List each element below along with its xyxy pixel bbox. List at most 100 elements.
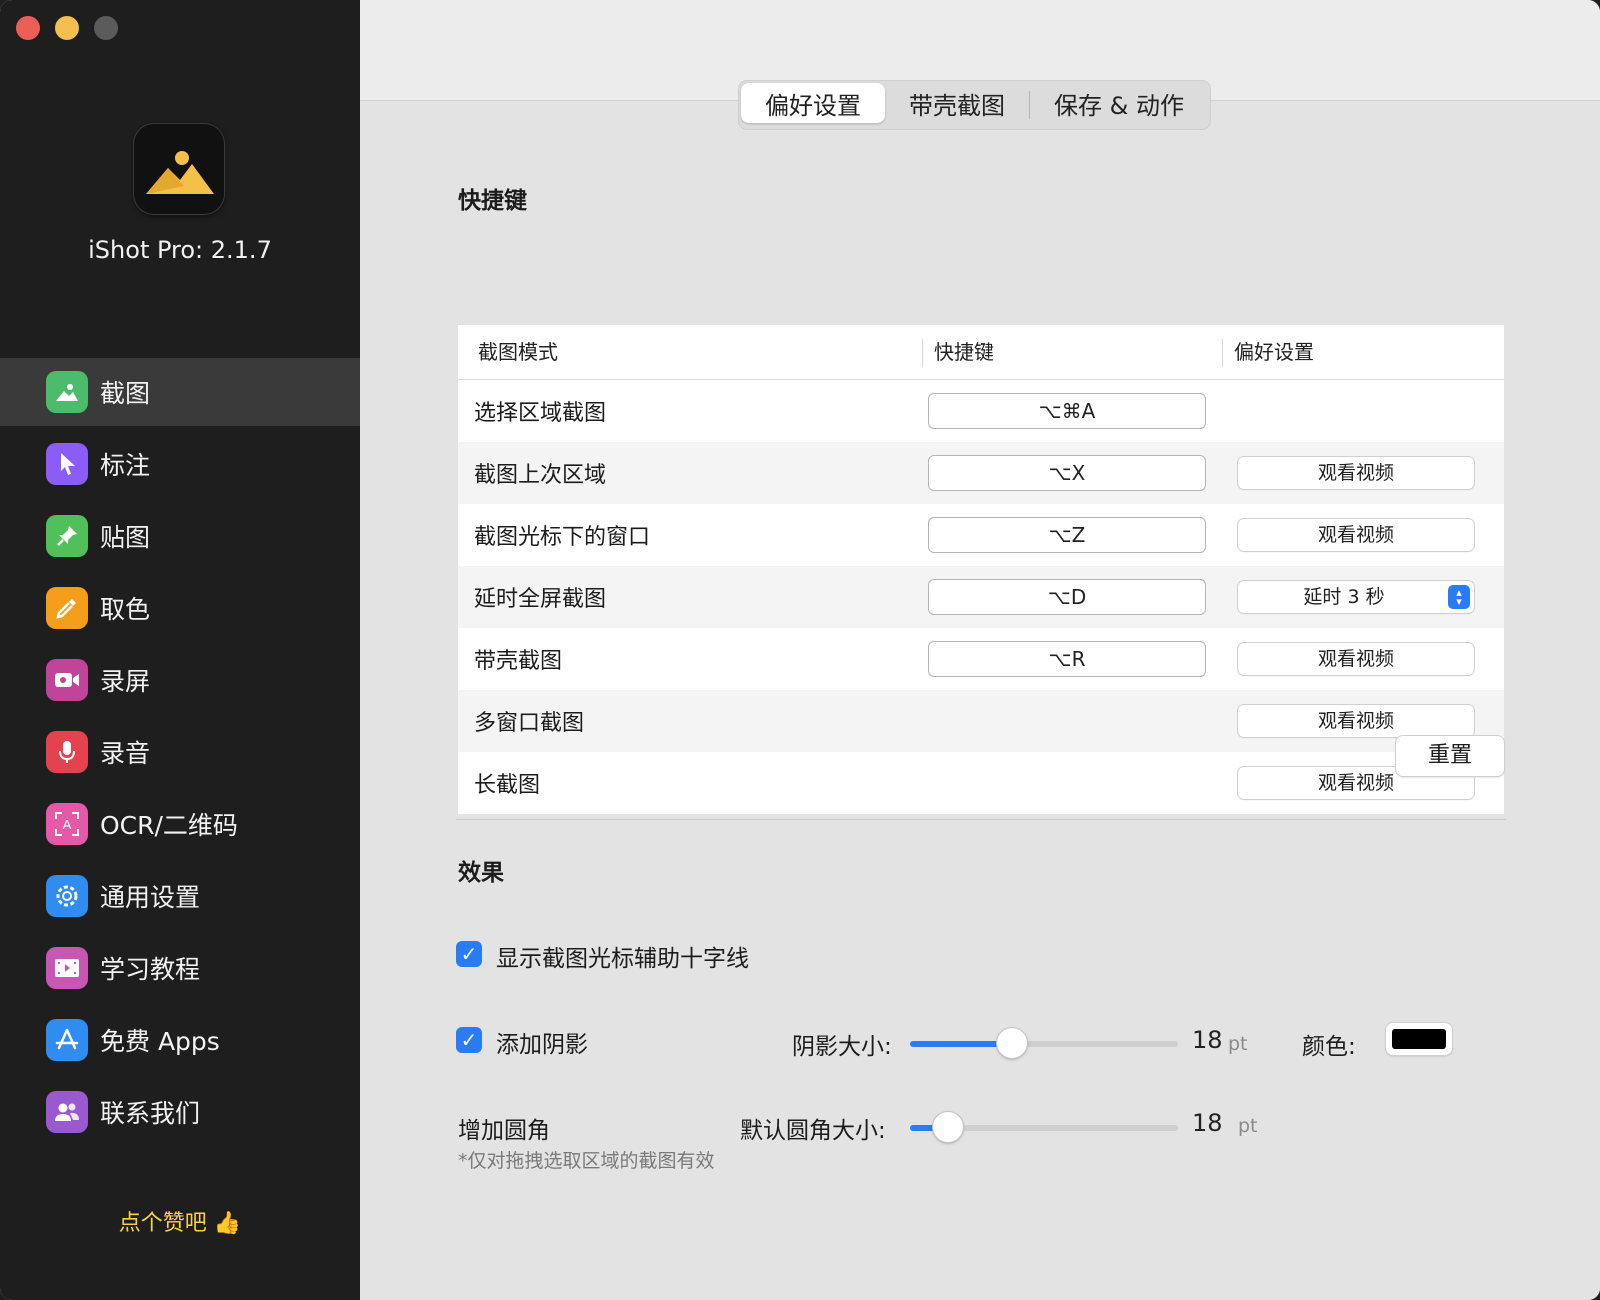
sidebar-item-label: 学习教程 xyxy=(100,955,201,984)
crosshair-checkbox[interactable]: ✓ xyxy=(456,941,482,967)
sidebar-item-7[interactable]: 通用设置 xyxy=(0,862,360,930)
tab-2[interactable]: 保存 & 动作 xyxy=(1030,83,1208,123)
shadow-color-swatch xyxy=(1392,1029,1446,1049)
people-icon xyxy=(46,1091,88,1133)
watch-video-button[interactable]: 观看视频 xyxy=(1238,519,1474,551)
mode-label: 截图上次区域 xyxy=(474,463,607,488)
sidebar-item-label: 标注 xyxy=(100,451,151,480)
hotkey-field[interactable]: ⌥Z xyxy=(928,517,1206,553)
video-camera-icon xyxy=(46,659,88,701)
section-divider xyxy=(456,819,1506,820)
pin-icon xyxy=(46,515,88,557)
eyedropper-icon xyxy=(46,587,88,629)
watch-video-button[interactable]: 观看视频 xyxy=(1238,457,1474,489)
mode-label: 多窗口截图 xyxy=(474,711,585,736)
preferences-panel: 快捷键 截图模式 快捷键 偏好设置 选择区域截图 ⌥⌘A 截图上次区域 ⌥X 观看视频截… xyxy=(360,100,1600,1300)
app-version-title: iShot Pro: 2.1.7 xyxy=(88,236,272,264)
corner-size-slider[interactable] xyxy=(910,1112,1178,1142)
like-link[interactable]: 点个赞吧 👍 xyxy=(0,1205,360,1237)
table-row: 延时全屏截图 ⌥D 延时 3 秒 ▴ ▾ xyxy=(458,566,1504,628)
column-header-pref: 偏好设置 xyxy=(1222,337,1504,367)
corner-slider-knob[interactable] xyxy=(933,1112,963,1142)
window-controls xyxy=(16,16,118,40)
shadow-checkbox[interactable]: ✓ xyxy=(456,1027,482,1053)
sidebar-item-5[interactable]: 录音 xyxy=(0,718,360,786)
shadow-slider-knob[interactable] xyxy=(997,1028,1027,1058)
shadow-size-unit: pt xyxy=(1228,1033,1248,1055)
mode-label: 长截图 xyxy=(474,773,541,798)
shadow-size-slider[interactable] xyxy=(910,1028,1178,1058)
sidebar: iShot Pro: 2.1.7 截图标注贴图取色录屏录音 A OCR/二维码 通用设… xyxy=(0,0,360,1300)
sidebar-item-0[interactable]: 截图 xyxy=(0,358,360,426)
sidebar-nav: 截图标注贴图取色录屏录音 A OCR/二维码 通用设置学习教程免费 Apps 联系我们 xyxy=(0,358,360,1150)
mode-label: 截图光标下的窗口 xyxy=(474,525,651,550)
tab-bar: 偏好设置 带壳截图 保存 & 动作 xyxy=(738,80,1211,130)
mode-label: 延时全屏截图 xyxy=(474,587,607,612)
table-row: 选择区域截图 ⌥⌘A xyxy=(458,380,1504,442)
sidebar-item-4[interactable]: 录屏 xyxy=(0,646,360,714)
table-row: 截图光标下的窗口 ⌥Z 观看视频 xyxy=(458,504,1504,566)
table-row: 长截图 观看视频 xyxy=(458,752,1504,814)
sidebar-item-label: 录音 xyxy=(100,739,151,768)
shadow-color-label: 颜色: xyxy=(1302,1034,1356,1060)
delay-select-value: 延时 3 秒 xyxy=(1303,586,1385,608)
effects-section-title: 效果 xyxy=(458,860,504,886)
corner-size-unit: pt xyxy=(1238,1115,1258,1137)
hotkey-field[interactable]: ⌥R xyxy=(928,641,1206,677)
sidebar-item-label: OCR/二维码 xyxy=(100,811,238,840)
minimize-button[interactable] xyxy=(55,16,79,40)
watch-video-button[interactable]: 观看视频 xyxy=(1238,643,1474,675)
image-icon xyxy=(46,371,88,413)
corner-size-value: 18 xyxy=(1192,1109,1223,1137)
ocr-scan-icon: A xyxy=(46,803,88,845)
zoom-button[interactable] xyxy=(94,16,118,40)
table-header: 截图模式 快捷键 偏好设置 xyxy=(458,325,1504,380)
shadow-label: 添加阴影 xyxy=(496,1032,588,1058)
hotkey-field[interactable]: ⌥⌘A xyxy=(928,393,1206,429)
cursor-icon xyxy=(46,443,88,485)
sidebar-item-3[interactable]: 取色 xyxy=(0,574,360,642)
sidebar-item-label: 免费 Apps xyxy=(100,1027,220,1056)
tab-1[interactable]: 带壳截图 xyxy=(885,83,1029,123)
shadow-size-label: 阴影大小: xyxy=(792,1034,892,1060)
mode-label: 带壳截图 xyxy=(474,649,563,674)
sidebar-item-label: 截图 xyxy=(100,379,151,408)
corner-size-label: 默认圆角大小: xyxy=(740,1118,886,1144)
gear-icon xyxy=(46,875,88,917)
sidebar-item-10[interactable]: 联系我们 xyxy=(0,1078,360,1146)
corner-note: *仅对拖拽选取区域的截图有效 xyxy=(458,1150,715,1172)
sidebar-item-9[interactable]: 免费 Apps xyxy=(0,1006,360,1074)
shortcuts-table: 截图模式 快捷键 偏好设置 选择区域截图 ⌥⌘A 截图上次区域 ⌥X 观看视频 截图光标下… xyxy=(458,325,1504,814)
sidebar-item-label: 通用设置 xyxy=(100,883,201,912)
table-body: 选择区域截图 ⌥⌘A 截图上次区域 ⌥X 观看视频 截图光标下的窗口 ⌥Z 观看视频 延时全屏截… xyxy=(458,380,1504,814)
film-icon xyxy=(46,947,88,989)
sidebar-item-label: 取色 xyxy=(100,595,151,624)
sidebar-item-6[interactable]: A OCR/二维码 xyxy=(0,790,360,858)
close-button[interactable] xyxy=(16,16,40,40)
crosshair-label: 显示截图光标辅助十字线 xyxy=(496,946,749,972)
table-row: 多窗口截图 观看视频 xyxy=(458,690,1504,752)
tab-0[interactable]: 偏好设置 xyxy=(741,83,885,123)
shortcuts-section-title: 快捷键 xyxy=(458,188,527,214)
hotkey-field[interactable]: ⌥X xyxy=(928,455,1206,491)
sidebar-item-1[interactable]: 标注 xyxy=(0,430,360,498)
microphone-icon xyxy=(46,731,88,773)
sidebar-item-label: 录屏 xyxy=(100,667,151,696)
app-store-icon xyxy=(46,1019,88,1061)
svg-text:A: A xyxy=(63,817,72,832)
watch-video-button[interactable]: 观看视频 xyxy=(1238,705,1474,737)
reset-button[interactable]: 重置 xyxy=(1396,736,1504,776)
sidebar-item-8[interactable]: 学习教程 xyxy=(0,934,360,1002)
sidebar-item-label: 贴图 xyxy=(100,523,151,552)
delay-select[interactable]: 延时 3 秒 ▴ ▾ xyxy=(1238,581,1474,613)
column-header-mode: 截图模式 xyxy=(478,340,558,364)
main-content: 快捷键 截图模式 快捷键 偏好设置 选择区域截图 ⌥⌘A 截图上次区域 ⌥X 观看视频截… xyxy=(360,0,1600,1300)
sidebar-item-2[interactable]: 贴图 xyxy=(0,502,360,570)
hotkey-field[interactable]: ⌥D xyxy=(928,579,1206,615)
column-header-hotkey: 快捷键 xyxy=(922,337,1222,367)
shadow-color-well[interactable] xyxy=(1386,1023,1452,1055)
shadow-size-value: 18 xyxy=(1192,1026,1223,1054)
mode-label: 选择区域截图 xyxy=(474,401,607,426)
app-logo-icon xyxy=(134,124,224,214)
chevron-up-down-icon: ▴ ▾ xyxy=(1448,585,1470,609)
